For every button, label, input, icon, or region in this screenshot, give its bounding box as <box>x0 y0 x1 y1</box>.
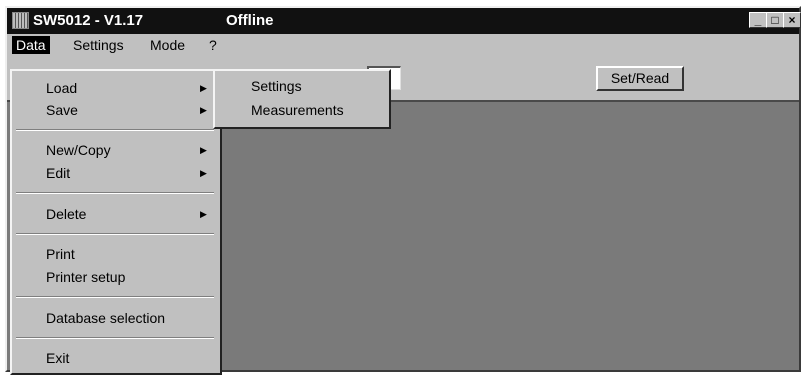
menu-item-print-label: Print <box>46 246 75 262</box>
menu-separator <box>16 192 214 194</box>
menu-item-printer-setup[interactable]: Printer setup <box>12 266 218 288</box>
menu-item-exit[interactable]: Exit <box>12 347 218 369</box>
menu-separator <box>16 129 214 131</box>
submenu-arrow-icon: ▶ <box>200 105 207 115</box>
menu-item-edit-label: Edit <box>46 165 71 181</box>
submenu-arrow-icon: ▶ <box>200 83 207 93</box>
connection-status: Offline <box>226 12 274 29</box>
menu-item-load-label: Load <box>46 80 78 96</box>
submenu-arrow-icon: ▶ <box>200 145 207 155</box>
load-submenu: Settings Measurements <box>213 69 391 129</box>
menu-item-delete[interactable]: Delete ▶ <box>12 203 218 225</box>
menu-item-delete-label: Delete <box>46 206 87 222</box>
menu-settings[interactable]: Settings <box>69 36 128 54</box>
menu-separator <box>16 233 214 235</box>
title-bar[interactable]: SW5012 - V1.17 Offline _ □ × <box>7 8 801 34</box>
menu-separator <box>16 337 214 339</box>
menu-item-save-label: Save <box>46 102 78 118</box>
close-button[interactable]: × <box>783 12 801 28</box>
submenu-arrow-icon: ▶ <box>200 209 207 219</box>
menu-item-load[interactable]: Load ▶ <box>12 77 218 99</box>
submenu-item-settings[interactable]: Settings <box>215 75 387 97</box>
menu-data[interactable]: Data <box>12 36 50 54</box>
menu-bar: Data Settings Mode ? <box>7 34 799 56</box>
window-title: SW5012 - V1.17 <box>33 12 144 29</box>
menu-item-new-copy-label: New/Copy <box>46 142 111 158</box>
submenu-item-settings-label: Settings <box>251 78 302 94</box>
menu-help[interactable]: ? <box>205 36 221 54</box>
set-read-button[interactable]: Set/Read <box>596 66 684 91</box>
menu-item-database-selection-label: Database selection <box>46 310 166 326</box>
submenu-arrow-icon: ▶ <box>200 168 207 178</box>
submenu-item-measurements[interactable]: Measurements <box>215 99 387 121</box>
submenu-item-measurements-label: Measurements <box>251 102 344 118</box>
minimize-button[interactable]: _ <box>749 12 767 28</box>
menu-item-database-selection[interactable]: Database selection <box>12 307 218 329</box>
menu-item-edit[interactable]: Edit ▶ <box>12 162 218 184</box>
menu-item-exit-label: Exit <box>46 350 70 366</box>
menu-mode[interactable]: Mode <box>146 36 189 54</box>
app-icon[interactable] <box>12 12 29 29</box>
menu-item-save[interactable]: Save ▶ <box>12 99 218 121</box>
menu-item-new-copy[interactable]: New/Copy ▶ <box>12 139 218 161</box>
menu-item-print[interactable]: Print <box>12 243 218 265</box>
menu-item-printer-setup-label: Printer setup <box>46 269 126 285</box>
maximize-button[interactable]: □ <box>766 12 784 28</box>
menu-separator <box>16 296 214 298</box>
data-dropdown-menu: Load ▶ Save ▶ New/Copy ▶ Edit ▶ Delete ▶… <box>10 69 222 375</box>
